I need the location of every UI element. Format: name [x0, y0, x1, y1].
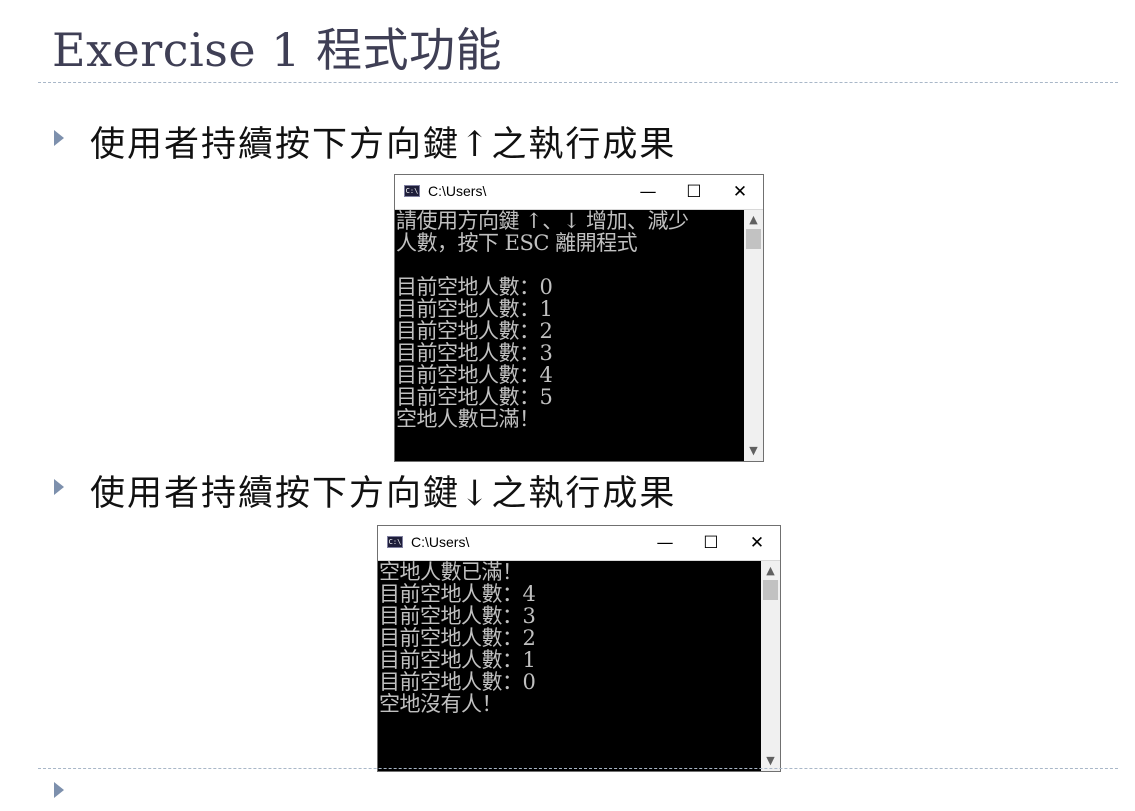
scroll-thumb[interactable]: [746, 229, 761, 249]
scroll-up-icon[interactable]: ▲: [761, 563, 780, 579]
minimize-button[interactable]: —: [642, 526, 688, 560]
cmd-icon: C:\: [404, 185, 420, 197]
console-output: 請使用方向鍵 ↑、↓ 增加、減少 人數，按下 ESC 離開程式 目前空地人數：0…: [395, 210, 743, 461]
window-titlebar[interactable]: C:\ C:\Users\ — ☐ ✕: [378, 526, 780, 561]
vertical-scrollbar[interactable]: ▲ ▼: [744, 210, 763, 461]
bullet-text-down: 使用者持續按下方向鍵↓之執行成果: [90, 474, 677, 514]
console-line: 目前空地人數：4: [396, 363, 553, 387]
maximize-button[interactable]: ☐: [688, 526, 734, 560]
console-line: 目前空地人數：0: [379, 670, 536, 694]
footer-bullet-icon: [54, 782, 64, 798]
scroll-down-icon[interactable]: ▼: [744, 443, 763, 459]
console-line: 空地人數已滿！: [396, 407, 540, 431]
window-title: C:\Users\: [428, 183, 487, 199]
console-line: 人數，按下 ESC 離開程式: [396, 231, 638, 255]
close-button[interactable]: ✕: [717, 175, 763, 209]
scroll-down-icon[interactable]: ▼: [761, 753, 780, 769]
bullet-text-up: 使用者持續按下方向鍵↑之執行成果: [90, 125, 677, 165]
console-line: 目前空地人數：1: [379, 648, 536, 672]
console-output: 空地人數已滿！ 目前空地人數：4 目前空地人數：3 目前空地人數：2 目前空地人…: [378, 561, 760, 771]
console-line: 目前空地人數：3: [379, 604, 536, 628]
console-line: 目前空地人數：1: [396, 297, 553, 321]
minimize-button[interactable]: —: [625, 175, 671, 209]
window-titlebar[interactable]: C:\ C:\Users\ — ☐ ✕: [395, 175, 763, 210]
console-line: 請使用方向鍵 ↑、↓ 增加、減少: [396, 210, 689, 233]
console-line: 目前空地人數：5: [396, 385, 553, 409]
slide-title: Exercise 1 程式功能: [52, 23, 503, 77]
vertical-scrollbar[interactable]: ▲ ▼: [761, 561, 780, 771]
close-button[interactable]: ✕: [734, 526, 780, 560]
console-line: 目前空地人數：0: [396, 275, 553, 299]
console-line: 空地人數已滿！: [379, 561, 523, 584]
window-title: C:\Users\: [411, 534, 470, 550]
console-line: 目前空地人數：4: [379, 582, 536, 606]
console-line: 目前空地人數：2: [379, 626, 536, 650]
scroll-thumb[interactable]: [763, 580, 778, 600]
console-line: 目前空地人數：3: [396, 341, 553, 365]
cmd-icon: C:\: [387, 536, 403, 548]
bullet-icon: [54, 479, 64, 495]
console-line: 目前空地人數：2: [396, 319, 553, 343]
console-window-down[interactable]: C:\ C:\Users\ — ☐ ✕ 空地人數已滿！ 目前空地人數：4 目前空…: [377, 525, 781, 772]
footer-divider: [38, 768, 1118, 769]
title-divider: [38, 82, 1118, 83]
bullet-icon: [54, 130, 64, 146]
maximize-button[interactable]: ☐: [671, 175, 717, 209]
scroll-up-icon[interactable]: ▲: [744, 212, 763, 228]
console-line: 空地沒有人！: [379, 692, 503, 716]
console-window-up[interactable]: C:\ C:\Users\ — ☐ ✕ 請使用方向鍵 ↑、↓ 增加、減少 人數，…: [394, 174, 764, 462]
